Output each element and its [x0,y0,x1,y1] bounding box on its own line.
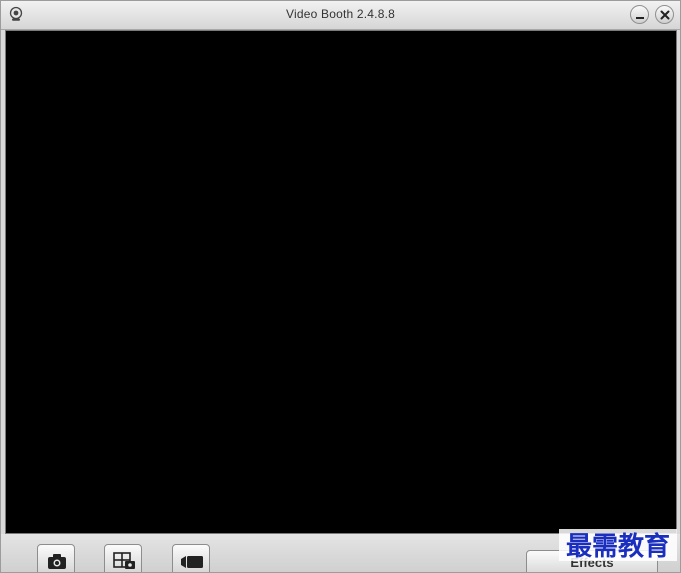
camera-preview [5,30,677,534]
burst-mode-button[interactable] [104,544,142,572]
video-booth-window: Video Booth 2.4.8.8 Effects 最需教育 [0,0,681,573]
minimize-icon [636,17,644,19]
video-camera-icon [181,556,203,568]
burst-icon [113,552,135,569]
camera-icon [48,554,66,569]
video-mode-button[interactable] [172,544,210,572]
close-icon [660,10,670,20]
close-button[interactable] [655,5,674,24]
watermark-logo: 最需教育 [559,529,677,562]
watermark-text: 最需教育 [566,531,670,562]
minimize-button[interactable] [630,5,649,24]
title-bar[interactable]: Video Booth 2.4.8.8 [1,1,680,30]
window-title: Video Booth 2.4.8.8 [286,7,395,21]
photo-mode-button[interactable] [37,544,75,572]
